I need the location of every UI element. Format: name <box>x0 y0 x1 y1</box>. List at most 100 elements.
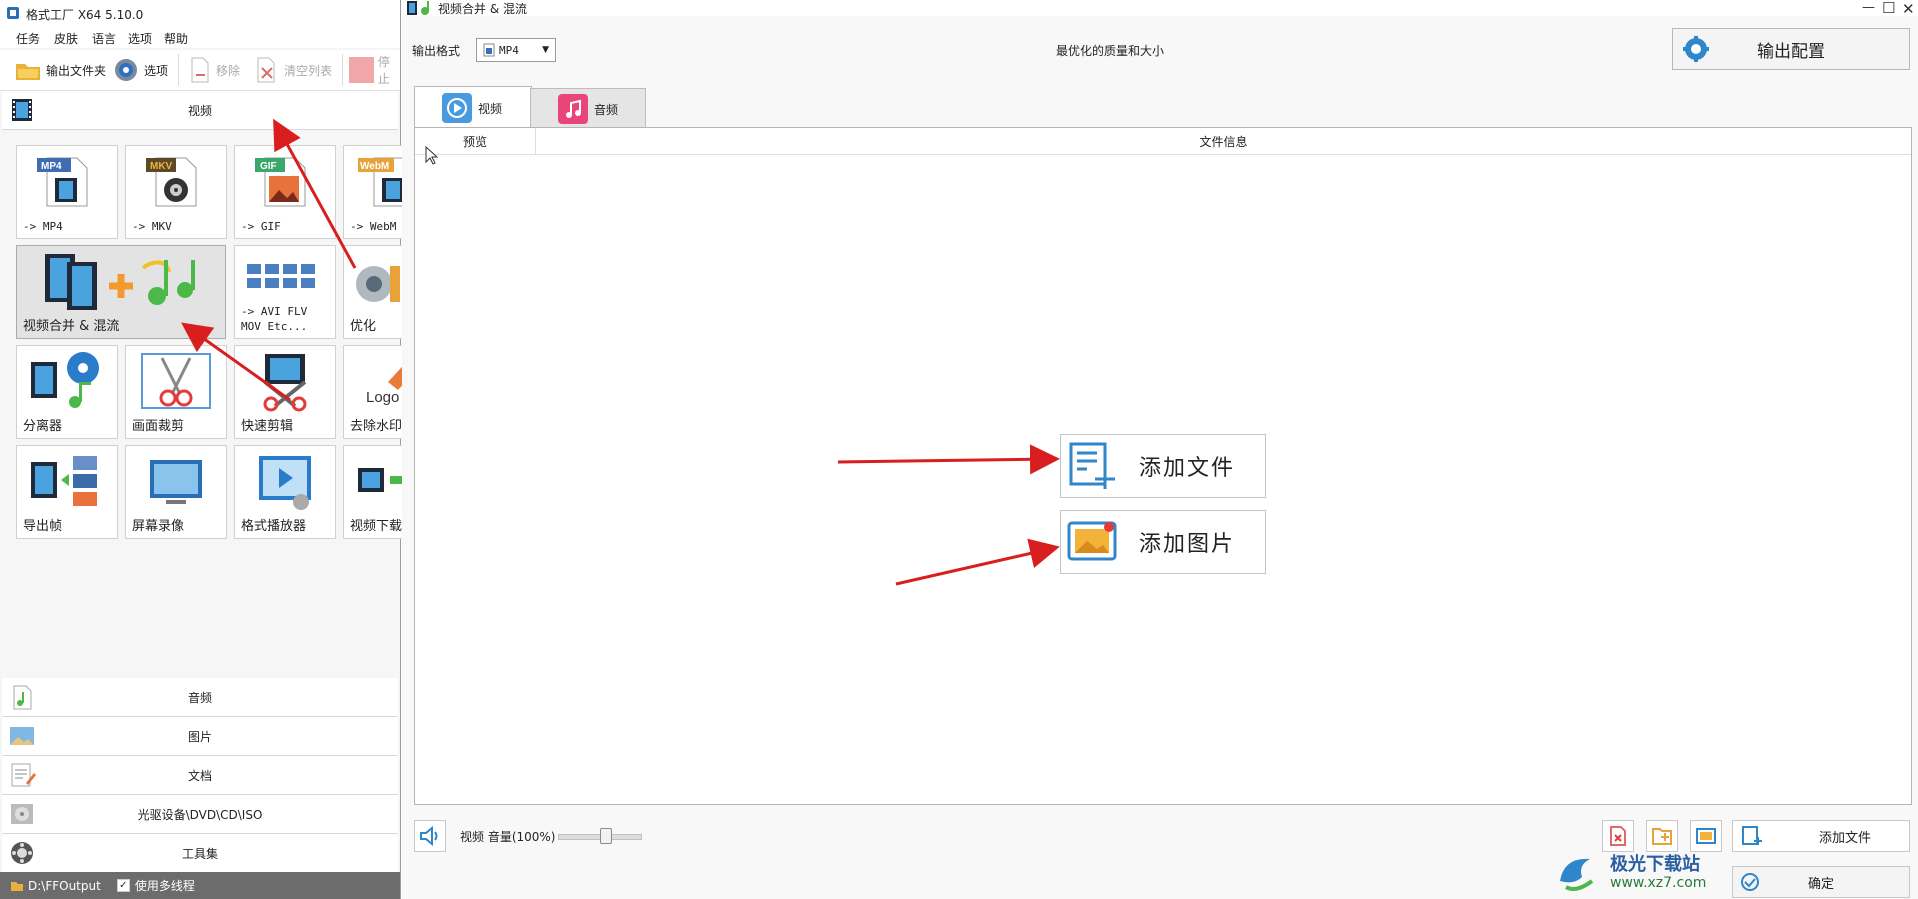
svg-text:MKV: MKV <box>150 161 173 172</box>
watermark-url: www.xz7.com <box>1610 874 1707 891</box>
stop-icon <box>349 57 374 83</box>
screen-record-icon <box>150 460 202 504</box>
tile-label: -> GIF <box>241 220 281 233</box>
multithread-label: 使用多线程 <box>134 879 195 893</box>
category-video[interactable]: 视频 <box>2 91 398 130</box>
multithread-checkbox[interactable]: ✓ <box>116 879 130 892</box>
title-bar: 格式工厂 X64 5.10.0 <box>0 0 400 26</box>
video-merge-dialog: 视频合并 & 混流 — ☐ ✕ 输出格式 MP4 ▼ 最优化的质量和大小 输出配… <box>402 0 1918 899</box>
minimize-button[interactable]: — <box>1862 0 1875 15</box>
tab-video-label: 视频 <box>478 101 503 116</box>
add-file-icon <box>1069 442 1115 489</box>
export-frames-icon <box>31 456 97 506</box>
svg-text:WebM: WebM <box>360 161 389 172</box>
tile-to-avi-flv-mov[interactable]: -> AVI FLV MOV Etc... <box>234 245 336 339</box>
mouse-cursor-icon <box>425 146 439 165</box>
splitter-icon <box>31 352 99 408</box>
music-note-icon <box>558 94 588 124</box>
speaker-icon <box>420 826 438 846</box>
add-file-label: 添加文件 <box>1139 456 1236 481</box>
output-format-label: 输出格式 <box>412 44 461 58</box>
site-logo-icon <box>1560 858 1594 891</box>
menu-skin[interactable]: 皮肤 <box>54 30 78 47</box>
tile-label: 视频合并 & 混流 <box>23 319 120 334</box>
dialog-title-bar: 视频合并 & 混流 — ☐ ✕ <box>402 0 1918 18</box>
tile-quick-clip[interactable]: 快速剪辑 <box>234 345 336 439</box>
close-button[interactable]: ✕ <box>1902 0 1915 18</box>
add-image-icon <box>1067 521 1117 561</box>
add-image-button[interactable]: 添加图片 <box>1060 510 1266 574</box>
output-folder-button[interactable]: 输出文件夹 <box>14 56 106 84</box>
gif-file-icon: GIF <box>255 157 306 207</box>
remove-file-icon <box>191 57 209 83</box>
quality-text: 最优化的质量和大小 <box>1056 44 1165 58</box>
folder-icon <box>11 881 23 891</box>
menu-options[interactable]: 选项 <box>128 30 152 47</box>
tile-label: 导出帧 <box>23 519 63 534</box>
clear-list-button[interactable]: 清空列表 <box>254 56 332 84</box>
tile-label: -> MP4 <box>23 220 63 233</box>
category-disc[interactable]: 光驱设备\DVD\CD\ISO <box>2 795 398 834</box>
options-label: 选项 <box>144 63 169 78</box>
tab-audio[interactable]: 音频 <box>530 88 646 130</box>
tile-splitter[interactable]: 分离器 <box>16 345 118 439</box>
folder-icon <box>16 64 40 80</box>
category-image[interactable]: 图片 <box>2 717 398 756</box>
add-file-icon <box>1742 826 1762 845</box>
toolbox-icon <box>11 842 33 864</box>
tile-to-mkv[interactable]: MKV -> MKV <box>125 145 227 239</box>
category-toolbox-label: 工具集 <box>181 846 218 861</box>
tile-label: 优化 <box>350 319 377 334</box>
toolbar-divider <box>342 54 343 86</box>
options-button[interactable]: 选项 <box>112 56 168 84</box>
svg-text:Logo: Logo <box>366 389 399 406</box>
file-format-icon <box>483 43 495 57</box>
menu-help[interactable]: 帮助 <box>164 30 188 47</box>
category-document[interactable]: 文档 <box>2 756 398 795</box>
column-header-file-info[interactable]: 文件信息 <box>536 128 1911 155</box>
category-audio[interactable]: 音频 <box>2 678 398 717</box>
tile-label: -> WebM <box>350 220 397 233</box>
menu-language[interactable]: 语言 <box>92 30 116 47</box>
volume-slider-handle[interactable] <box>600 828 612 844</box>
remove-button[interactable]: 移除 <box>188 56 240 84</box>
video-merge-icon <box>45 254 195 310</box>
category-toolbox[interactable]: 工具集 <box>2 834 398 873</box>
output-config-button[interactable]: 输出配置 <box>1672 28 1910 70</box>
film-icon <box>12 99 32 121</box>
tile-label: -> MKV <box>132 220 172 233</box>
tile-to-gif[interactable]: GIF -> GIF <box>234 145 336 239</box>
tile-label: 去除水印 <box>350 419 403 434</box>
document-icon <box>11 763 36 787</box>
tile-screen-record[interactable]: 屏幕录像 <box>125 445 227 539</box>
video-tools-grid: MP4 -> MP4 MKV -> MKV GIF -> GIF WebM ->… <box>0 140 445 540</box>
add-file-button[interactable]: 添加文件 <box>1060 434 1266 498</box>
tile-format-player[interactable]: 格式播放器 <box>234 445 336 539</box>
menu-task[interactable]: 任务 <box>16 30 40 47</box>
clear-list-label: 清空列表 <box>284 63 333 78</box>
tile-label: 快速剪辑 <box>241 419 294 434</box>
volume-label: 视频 音量(100%) <box>460 830 556 844</box>
output-format-value: MP4 <box>499 43 519 57</box>
clear-list-icon <box>257 57 275 83</box>
tile-label: 屏幕录像 <box>132 519 185 534</box>
volume-button[interactable] <box>414 820 446 852</box>
tile-video-merge[interactable]: 视频合并 & 混流 <box>16 245 226 339</box>
maximize-button[interactable]: ☐ <box>1882 0 1895 17</box>
svg-text:GIF: GIF <box>260 161 277 172</box>
tab-video[interactable]: 视频 <box>414 86 532 129</box>
output-format-select[interactable]: MP4 ▼ <box>476 38 556 62</box>
app-icon <box>7 7 19 19</box>
tile-export-frames[interactable]: 导出帧 <box>16 445 118 539</box>
output-path[interactable]: D:\FFOutput <box>28 879 101 893</box>
stop-button[interactable]: 停止 <box>348 55 400 86</box>
video-play-icon <box>442 93 472 123</box>
mp4-file-icon: MP4 <box>37 157 88 207</box>
quick-clip-icon <box>263 354 307 412</box>
tile-label: 格式播放器 <box>241 519 307 534</box>
tile-to-mp4[interactable]: MP4 -> MP4 <box>16 145 118 239</box>
add-file-small-label: 添加文件 <box>1818 830 1871 846</box>
chevron-down-icon: ▼ <box>542 45 549 55</box>
tile-crop[interactable]: 画面裁剪 <box>125 345 227 439</box>
disc-icon <box>11 804 33 824</box>
